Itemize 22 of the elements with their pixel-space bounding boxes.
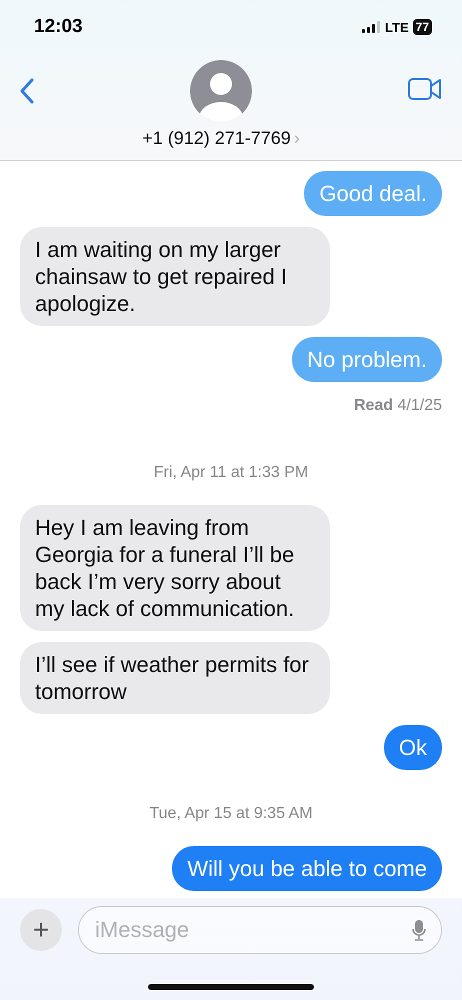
microphone-icon[interactable] <box>412 919 426 941</box>
message-bubble: No problem. <box>292 337 442 382</box>
message-bubble: I’ll see if weather permits for tomorrow <box>20 642 330 714</box>
battery-level: 77 <box>412 19 432 35</box>
message-field[interactable]: iMessage <box>78 906 442 954</box>
avatar-icon[interactable] <box>190 60 252 122</box>
message-bubble: I am waiting on my larger chainsaw to get repaired I apologize. <box>20 227 330 326</box>
signal-icon <box>362 21 380 33</box>
back-icon[interactable] <box>20 78 34 104</box>
message-bubble: Good deal. <box>304 171 442 216</box>
message-bubble: Ok <box>384 725 442 770</box>
video-camera-icon[interactable] <box>408 78 442 100</box>
status-time: 12:03 <box>34 16 84 38</box>
message-bubble: Hey I am leaving from Georgia for a funeral I’ll be back I’m very sorry about my lack of communication. <box>20 505 330 631</box>
timestamp: Tue, Apr 15 at 9:35 AM <box>149 805 313 823</box>
message-bubble: Will you be able to come <box>172 846 442 891</box>
contact-name[interactable]: +1 (912) 271-7769 <box>142 128 291 149</box>
read-receipt: Read 4/1/25 <box>354 397 442 415</box>
network-label: LTE <box>385 20 409 34</box>
add-button[interactable]: + <box>20 909 62 951</box>
timestamp: Fri, Apr 11 at 1:33 PM <box>154 464 308 482</box>
chevron-icon: › <box>294 128 300 149</box>
